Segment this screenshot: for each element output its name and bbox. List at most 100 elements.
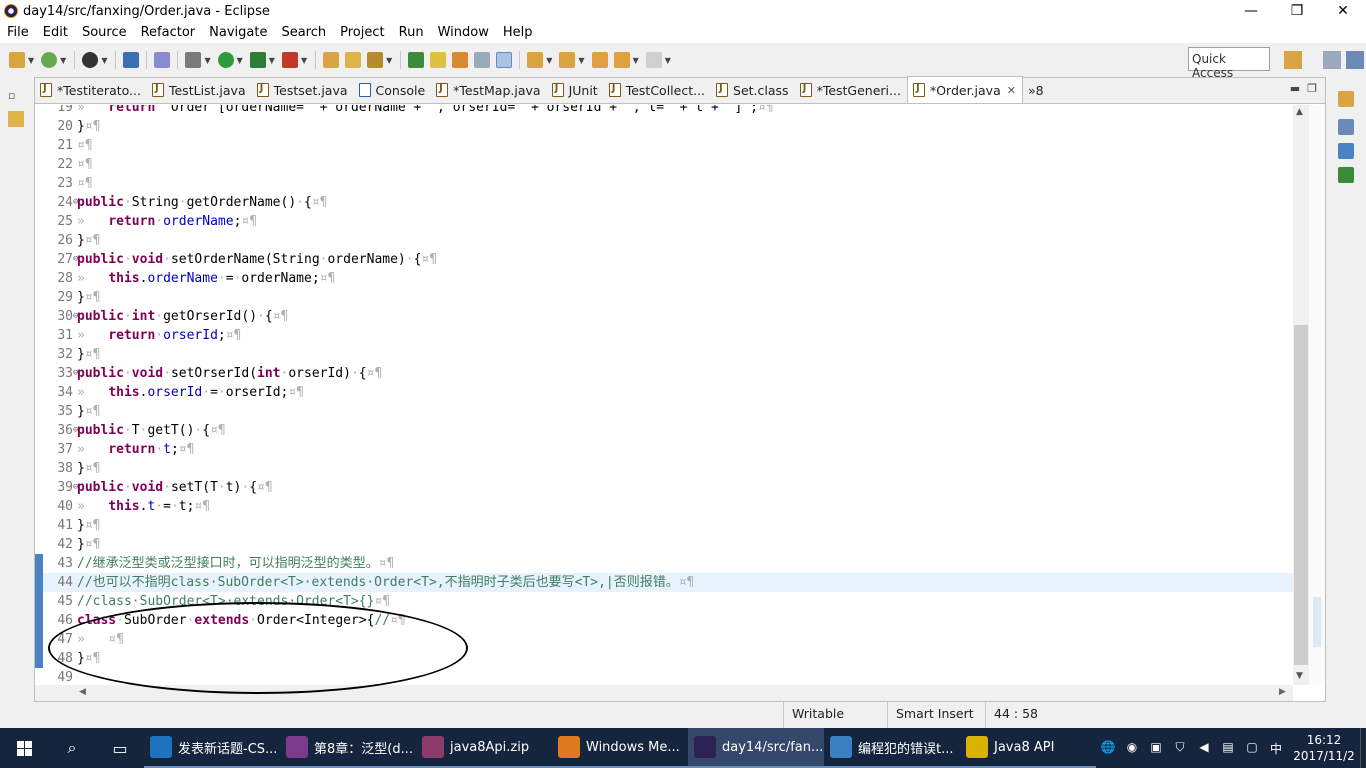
quick-access-field[interactable]: Quick Access [1188, 47, 1270, 80]
shield-icon[interactable]: ⛉ [1170, 740, 1190, 756]
editor-tab[interactable]: Set.class [711, 77, 795, 103]
code-line[interactable]: 42}¤¶ [35, 535, 1293, 554]
clock[interactable]: 16:12 2017/11/2 [1288, 732, 1360, 764]
code-line[interactable]: 28 » this.orderName·=·orderName;¤¶ [35, 269, 1293, 288]
open-folder-icon[interactable] [345, 52, 362, 68]
console-view-icon[interactable] [123, 52, 140, 68]
taskbar-app-button[interactable]: Windows Me... [552, 728, 688, 768]
code-line[interactable]: 30 ⊖ public·int·getOrserId()·{¤¶ [35, 307, 1293, 326]
editor-tab[interactable]: JUnit [547, 77, 604, 103]
next-annotation-icon[interactable] [408, 52, 425, 68]
code-line[interactable]: 25 » return·orderName;¤¶ [35, 212, 1293, 231]
dropdown-arrow-icon[interactable]: ▼ [101, 56, 107, 65]
outline-view-icon[interactable] [1338, 119, 1354, 135]
junit-view-icon[interactable] [1338, 167, 1354, 183]
restore-button[interactable]: ❐ [1274, 0, 1320, 22]
chat-icon[interactable]: ▢ [1242, 740, 1262, 756]
taskbar-app-button[interactable]: java8Api.zip [416, 728, 552, 768]
code-line[interactable]: 19 » return "Order [orderName=" + orderNa… [35, 105, 1293, 117]
volume-icon[interactable]: ◀ [1194, 740, 1214, 756]
block-selection-icon[interactable] [474, 52, 491, 68]
show-whitespace-icon[interactable] [496, 52, 513, 68]
editor-tab[interactable]: *Order.java ✕ [906, 76, 1023, 103]
code-line[interactable]: 34 » this.orserId·=·orserId;¤¶ [35, 383, 1293, 402]
code-line[interactable]: 40 » this.t·=·t;¤¶ [35, 497, 1293, 516]
dropdown-arrow-icon[interactable]: ▼ [60, 56, 66, 65]
scroll-down-arrow-icon[interactable]: ▼ [1296, 671, 1303, 681]
display-icon[interactable]: ▣ [1146, 740, 1166, 756]
menu-file[interactable]: File [0, 25, 36, 40]
code-line[interactable]: 35}¤¶ [35, 402, 1293, 421]
globe-icon[interactable]: 🌐 [1098, 740, 1118, 756]
code-line[interactable]: 39 ⊖ public·void·setT(T·t)·{¤¶ [35, 478, 1293, 497]
editor-tab[interactable]: *TestMap.java [431, 77, 546, 103]
code-area[interactable]: 19 » return "Order [orderName=" + orderNa… [35, 105, 1293, 685]
toggle-mark-icon[interactable] [452, 52, 469, 68]
tab-controls[interactable]: ▬ ❐ [1290, 82, 1317, 95]
menu-source[interactable]: Source [75, 25, 134, 40]
editor-tab[interactable]: *Testiterato... [35, 77, 147, 103]
taskbar-app-button[interactable]: 编程犯的错误t... [824, 728, 960, 768]
tab-overflow-button[interactable]: »8 [1023, 77, 1050, 103]
code-line[interactable]: 33 ⊖ public·void·setOrserId(int·orserId)·{… [35, 364, 1293, 383]
code-line[interactable]: 23 ¤¶ [35, 174, 1293, 193]
dropdown-arrow-icon[interactable]: ▼ [578, 56, 584, 65]
new-icon[interactable] [9, 52, 25, 68]
open-type-icon[interactable] [323, 52, 340, 68]
network-icon[interactable]: ▤ [1218, 740, 1238, 756]
java-perspective-icon[interactable] [1346, 51, 1364, 69]
menu-edit[interactable]: Edit [36, 25, 75, 40]
menu-run[interactable]: Run [392, 25, 431, 40]
scroll-right-arrow-icon[interactable]: ▶ [1279, 687, 1286, 697]
start-button[interactable] [0, 728, 48, 768]
search-icon[interactable]: ⌕ [48, 728, 96, 768]
code-line[interactable]: 22 ¤¶ [35, 155, 1293, 174]
task-view-icon[interactable]: ▭ [96, 728, 144, 768]
show-desktop-button[interactable] [1360, 728, 1366, 768]
code-line[interactable]: 38}¤¶ [35, 459, 1293, 478]
code-line[interactable]: 41}¤¶ [35, 516, 1293, 535]
ime-indicator[interactable]: 中 [1266, 740, 1286, 756]
code-line[interactable]: 31 » return·orserId;¤¶ [35, 326, 1293, 345]
editor-tab[interactable]: TestList.java [147, 77, 252, 103]
editor-tab[interactable]: *TestGeneri... [795, 77, 907, 103]
save-perspective-icon[interactable] [1323, 51, 1341, 69]
debug-icon[interactable] [82, 52, 99, 68]
next-edit-icon[interactable] [527, 52, 544, 68]
taskbar-app-button[interactable]: day14/src/fan... [688, 728, 824, 768]
dropdown-arrow-icon[interactable]: ▼ [204, 56, 210, 65]
code-line[interactable]: 20}¤¶ [35, 117, 1293, 136]
dropdown-arrow-icon[interactable]: ▼ [269, 56, 275, 65]
package-explorer-icon[interactable] [8, 111, 24, 127]
search-icon[interactable] [367, 52, 384, 68]
rss-icon[interactable]: ◉ [1122, 740, 1142, 756]
back-arrow-icon[interactable] [613, 52, 630, 68]
code-line[interactable]: 37 » return·t;¤¶ [35, 440, 1293, 459]
editor-tab[interactable]: Console [354, 77, 432, 103]
dropdown-arrow-icon[interactable]: ▼ [665, 56, 671, 65]
open-perspective-icon[interactable] [1284, 51, 1302, 69]
new-project-icon[interactable] [41, 52, 58, 68]
scroll-up-arrow-icon[interactable]: ▲ [1296, 107, 1303, 117]
taskbar-app-button[interactable]: 第8章：泛型(d... [280, 728, 416, 768]
menu-refactor[interactable]: Refactor [134, 25, 203, 40]
close-button[interactable]: ✕ [1320, 0, 1366, 22]
skip-breakpoints-icon[interactable] [154, 52, 171, 68]
taskbar-app-button[interactable]: 发表新话题-CS... [144, 728, 280, 768]
vertical-scrollbar[interactable]: ▲ ▼ [1293, 105, 1309, 685]
editor-tab[interactable]: TestCollect... [604, 77, 711, 103]
dropdown-arrow-icon[interactable]: ▼ [386, 56, 392, 65]
menu-project[interactable]: Project [333, 25, 391, 40]
status-insert-mode[interactable]: Smart Insert [887, 702, 985, 728]
menu-help[interactable]: Help [496, 25, 540, 40]
dropdown-arrow-icon[interactable]: ▼ [28, 56, 34, 65]
code-line[interactable]: 44 //也可以不指明class·SubOrder<T>·extends·Orde… [35, 573, 1293, 592]
last-edit-location-icon[interactable] [591, 52, 608, 68]
restore-view-icon[interactable]: ▫ [8, 89, 24, 105]
coverage-icon[interactable] [249, 52, 266, 68]
run-icon[interactable] [217, 52, 234, 68]
code-line[interactable]: 32}¤¶ [35, 345, 1293, 364]
forward-arrow-icon[interactable] [645, 52, 662, 68]
minimize-button[interactable]: — [1228, 0, 1274, 22]
previous-edit-icon[interactable] [559, 52, 576, 68]
